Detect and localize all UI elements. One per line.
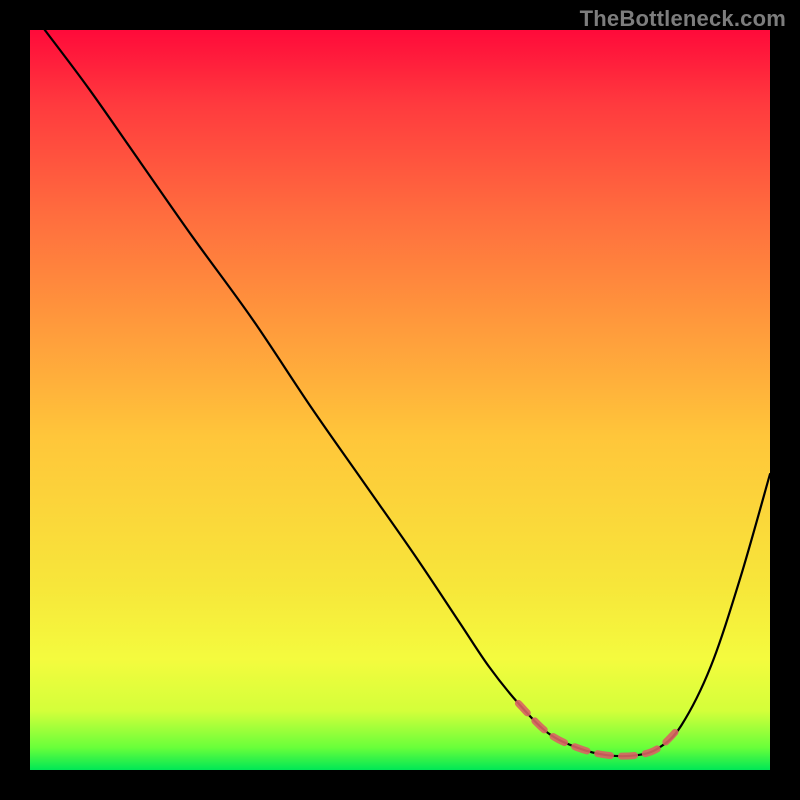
chart-svg (30, 30, 770, 770)
optimal-range-highlight (518, 703, 681, 756)
plot-area (30, 30, 770, 770)
bottleneck-curve (45, 30, 770, 756)
chart-frame: TheBottleneck.com (0, 0, 800, 800)
attribution-text: TheBottleneck.com (580, 6, 786, 32)
